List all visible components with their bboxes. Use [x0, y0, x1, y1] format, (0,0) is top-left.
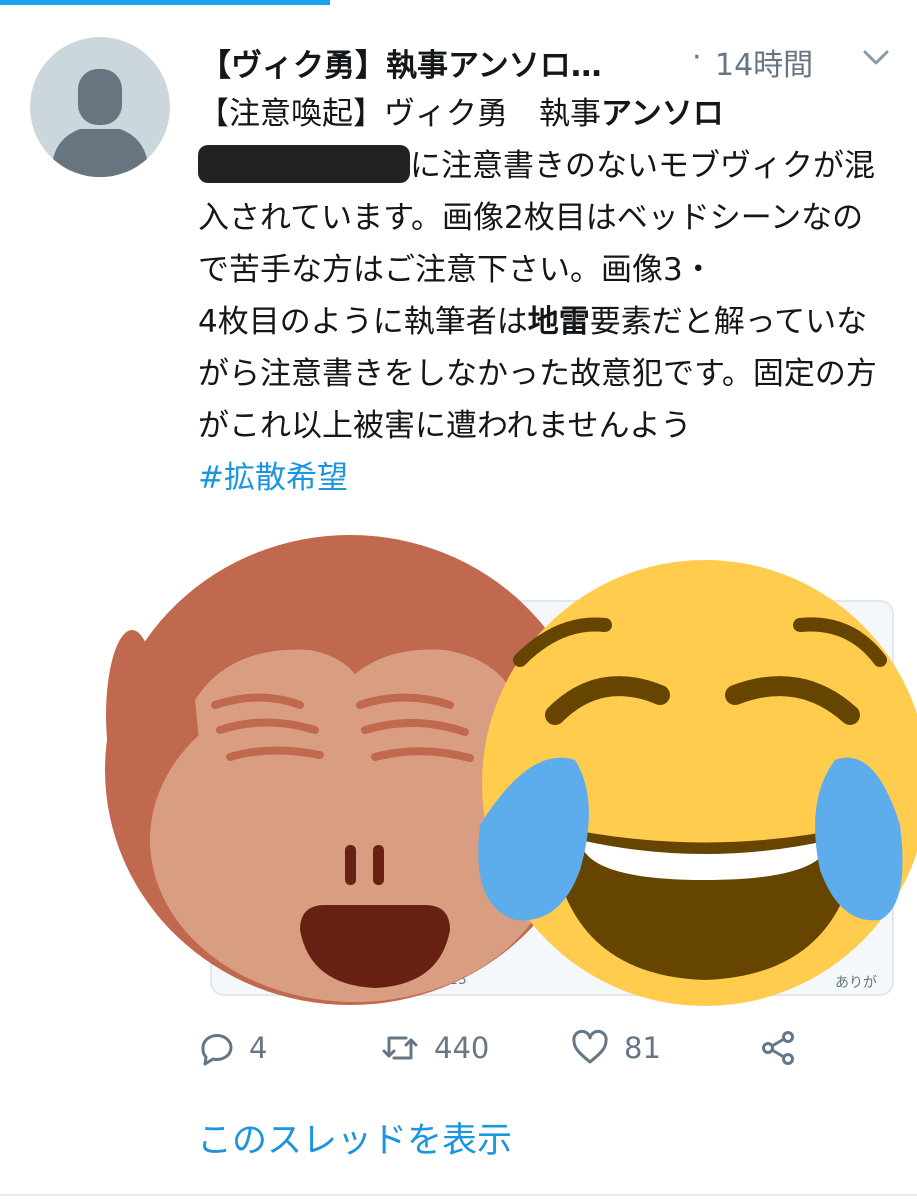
share-icon — [762, 1031, 794, 1065]
like-button[interactable]: 81 — [570, 1015, 661, 1081]
divider — [0, 1194, 917, 1196]
reply-button[interactable]: 4 — [195, 1015, 267, 1081]
like-count: 81 — [624, 1031, 661, 1065]
reply-icon — [201, 1034, 233, 1066]
tweet-action-bar: 4 440 81 — [195, 1015, 895, 1081]
share-button[interactable] — [758, 1015, 798, 1081]
heart-icon — [572, 1029, 608, 1064]
retweet-count: 440 — [434, 1031, 490, 1065]
retweet-button[interactable]: 440 — [380, 1015, 489, 1081]
retweet-icon — [382, 1036, 418, 1060]
show-thread-link[interactable]: このスレッドを表示 — [197, 1112, 512, 1163]
reply-count: 4 — [249, 1031, 268, 1065]
